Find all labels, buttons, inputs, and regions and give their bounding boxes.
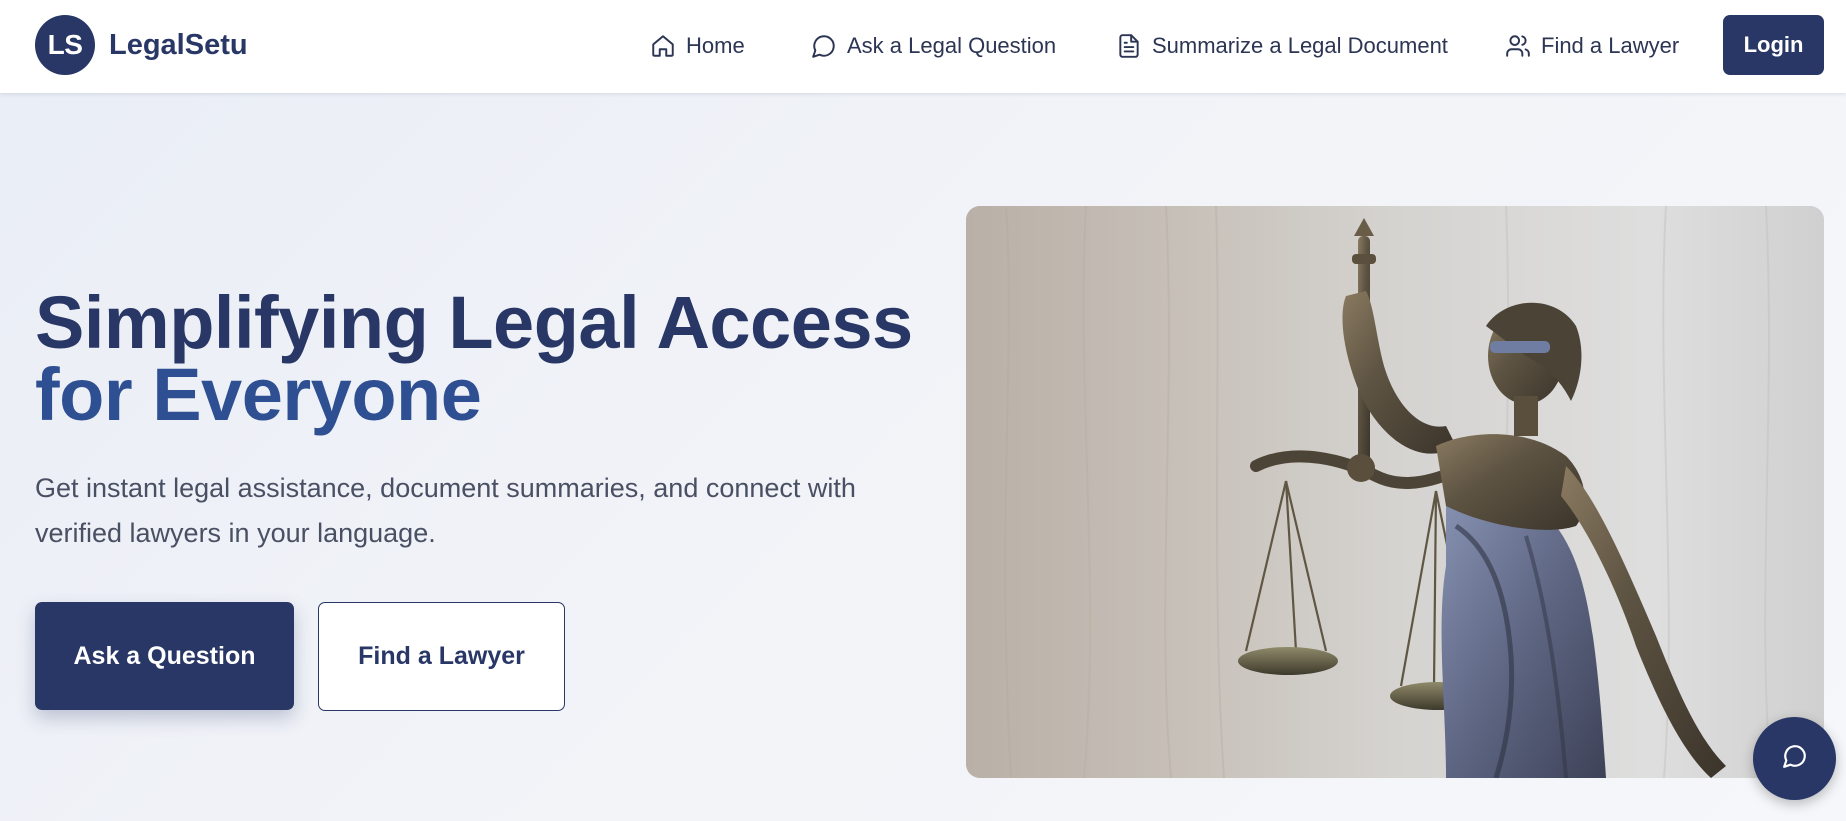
nav-item-home[interactable]: Home [650, 31, 745, 61]
hero-subtitle: Get instant legal assistance, document s… [35, 473, 856, 548]
ask-question-button[interactable]: Ask a Question [35, 602, 294, 710]
hero-image-lady-justice [966, 206, 1824, 778]
document-icon [1116, 33, 1142, 59]
top-navbar: LS LegalSetu Home Ask a Legal Question S… [0, 0, 1846, 93]
chat-fab-button[interactable] [1753, 717, 1836, 800]
hero-title: Simplifying Legal Access for Everyone [35, 281, 935, 436]
hero-title-line2: for Everyone [35, 353, 482, 436]
login-button[interactable]: Login [1723, 15, 1824, 75]
nav-item-summarize-document[interactable]: Summarize a Legal Document [1116, 31, 1448, 61]
nav-item-ask-question[interactable]: Ask a Legal Question [811, 31, 1056, 61]
nav-item-label: Find a Lawyer [1541, 33, 1680, 58]
chat-bubble-icon [1782, 743, 1808, 774]
lady-justice-illustration [966, 206, 1824, 778]
nav-item-label: Ask a Legal Question [847, 33, 1057, 58]
brand-name[interactable]: LegalSetu [109, 29, 248, 62]
nav-item-label: Home [686, 33, 745, 58]
nav-item-label: Summarize a Legal Document [1152, 33, 1448, 58]
users-icon [1505, 33, 1531, 59]
find-lawyer-button[interactable]: Find a Lawyer [318, 602, 565, 711]
brand[interactable]: LS LegalSetu [35, 15, 248, 75]
home-icon [650, 33, 676, 59]
chat-bubble-icon [811, 33, 837, 59]
nav-item-find-lawyer[interactable]: Find a Lawyer [1505, 31, 1679, 61]
hero-title-line1: Simplifying Legal Access [35, 281, 913, 364]
logo[interactable]: LS [35, 15, 95, 75]
